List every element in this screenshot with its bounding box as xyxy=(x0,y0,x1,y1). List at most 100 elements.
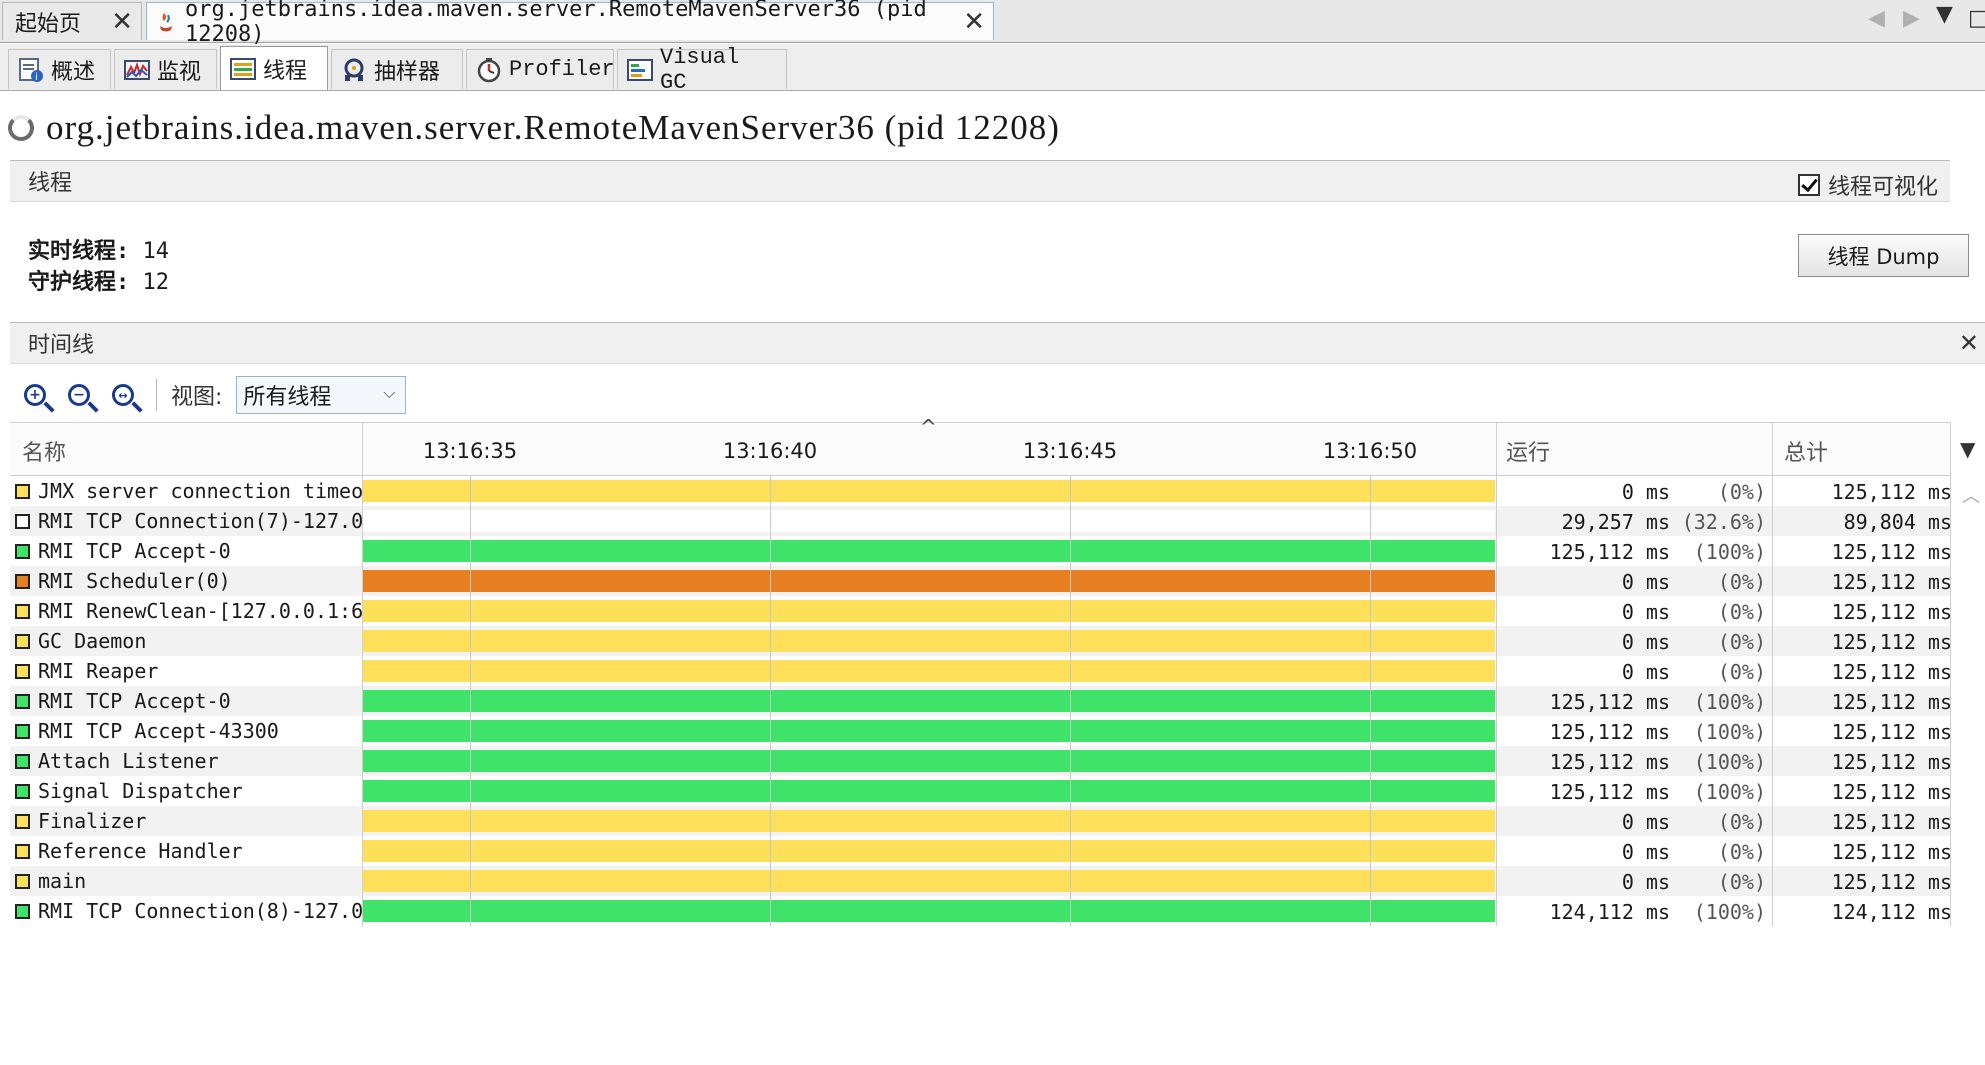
time-tick: 13:16:45 xyxy=(1022,439,1118,463)
thread-dump-button[interactable]: 线程 Dump xyxy=(1798,234,1969,277)
zoom-out-button[interactable]: − xyxy=(60,376,98,414)
total-time: 125,112 ms xyxy=(1831,570,1952,594)
thread-visualization-label: 线程可视化 xyxy=(1827,175,1938,200)
threads-section-title: 线程 xyxy=(28,171,73,196)
tab-profiler[interactable]: Profiler xyxy=(466,49,615,89)
daemon-threads-row: 守护线程: 12 xyxy=(28,267,169,298)
view-label: 视图: xyxy=(171,385,223,410)
table-row[interactable]: Attach Listener 125,112 ms (100%) 125,112 m… xyxy=(10,746,1952,776)
running-time: 125,112 ms xyxy=(1549,690,1670,714)
tab-monitor[interactable]: 监视 xyxy=(114,49,217,89)
table-row[interactable]: RMI TCP Connection(7)-127.0.0.1 29,257 ms… xyxy=(10,506,1952,536)
tab-sampler[interactable]: 抽样器 xyxy=(331,49,463,89)
running-percent: (0%) xyxy=(1717,570,1766,594)
running-percent: (0%) xyxy=(1717,480,1766,504)
running-percent: (0%) xyxy=(1717,660,1766,684)
thread-timeline-bar[interactable] xyxy=(362,600,1495,622)
maximize-icon[interactable]: □ xyxy=(1968,6,1985,31)
running-cell: 125,112 ms (100%) xyxy=(1500,690,1768,714)
thread-timeline-bar[interactable] xyxy=(362,480,1495,502)
table-row[interactable]: RMI Reaper 0 ms (0%) 125,112 ms xyxy=(10,656,1952,686)
thread-timeline-bar[interactable] xyxy=(362,630,1495,652)
zoom-in-button[interactable]: + xyxy=(16,376,54,414)
view-select[interactable]: 所有线程 ⌵ xyxy=(236,376,407,414)
timeline-section-title: 时间线 xyxy=(28,333,95,358)
table-row[interactable]: main 0 ms (0%) 125,112 ms xyxy=(10,866,1952,896)
thread-name-cell: RMI TCP Accept-0 xyxy=(15,689,367,713)
table-row[interactable]: Finalizer 0 ms (0%) 125,112 ms xyxy=(10,806,1952,836)
checkbox[interactable] xyxy=(1797,174,1820,196)
col-total-header[interactable]: 总计 xyxy=(1784,435,1828,467)
table-row[interactable]: RMI RenewClean-[127.0.0.1:62510] 0 ms (0%)… xyxy=(10,596,1952,626)
tab-threads[interactable]: 线程 xyxy=(220,46,328,90)
chevron-up-icon[interactable]: ^ xyxy=(920,415,937,439)
tab-start-page[interactable]: 起始页 ✕ xyxy=(2,2,142,40)
close-icon[interactable]: ✕ xyxy=(111,7,133,37)
running-cell: 125,112 ms (100%) xyxy=(1500,780,1768,804)
total-time: 125,112 ms xyxy=(1831,480,1952,504)
scroll-left-icon[interactable]: ◀ xyxy=(1868,6,1885,31)
column-menu-icon[interactable]: ▼ xyxy=(1960,437,1975,461)
thread-timeline-bar[interactable] xyxy=(362,690,1495,712)
view-select-value: 所有线程 xyxy=(243,385,332,410)
running-cell: 0 ms (0%) xyxy=(1500,840,1768,864)
thread-timeline-bar[interactable] xyxy=(362,840,1495,862)
table-row[interactable]: RMI TCP Accept-0 125,112 ms (100%) 125,112 … xyxy=(10,536,1952,566)
running-percent: (0%) xyxy=(1717,840,1766,864)
tab-monitor-label: 监视 xyxy=(157,60,202,86)
loading-spinner-icon xyxy=(8,115,34,141)
thread-timeline-bar[interactable] xyxy=(362,750,1495,772)
running-percent: (100%) xyxy=(1693,720,1766,744)
running-time: 0 ms xyxy=(1621,870,1670,894)
running-time: 124,112 ms xyxy=(1549,900,1670,924)
thread-name: Finalizer xyxy=(38,809,147,833)
tab-overview[interactable]: i 概述 xyxy=(8,49,111,89)
table-row[interactable]: Signal Dispatcher 125,112 ms (100%) 125,112… xyxy=(10,776,1952,806)
close-icon[interactable]: ✕ xyxy=(1959,329,1979,357)
thread-timeline-bar[interactable] xyxy=(362,810,1495,832)
thread-timeline-bar[interactable] xyxy=(362,870,1495,892)
page-title: org.jetbrains.idea.maven.server.RemoteMa… xyxy=(46,108,1060,147)
thread-timeline-bar[interactable] xyxy=(362,780,1495,802)
thread-timeline-bar[interactable] xyxy=(362,540,1495,562)
thread-visualization-toggle[interactable]: 线程可视化 xyxy=(1797,169,1938,201)
close-icon[interactable]: ✕ xyxy=(963,7,985,37)
table-row[interactable]: JMX server connection timeout 18 0 ms (0%)… xyxy=(10,476,1952,506)
table-row[interactable]: RMI TCP Connection(8)-127.0.0.1 124,112 m… xyxy=(10,896,1952,926)
thread-name: GC Daemon xyxy=(38,629,147,653)
table-row[interactable]: GC Daemon 0 ms (0%) 125,112 ms xyxy=(10,626,1952,656)
col-running-header[interactable]: 运行 xyxy=(1506,435,1550,467)
total-time: 124,112 ms xyxy=(1831,900,1952,924)
thread-state-icon xyxy=(15,813,30,829)
thread-timeline-bar[interactable] xyxy=(362,570,1495,592)
thread-timeline-bar[interactable] xyxy=(362,510,1495,532)
thread-state-icon xyxy=(15,633,30,649)
tab-visual-gc[interactable]: Visual GC xyxy=(617,45,787,95)
thread-name-cell: RMI Scheduler(0) xyxy=(15,569,367,593)
thread-timeline-bar[interactable] xyxy=(362,660,1495,682)
table-row[interactable]: Reference Handler 0 ms (0%) 125,112 ms xyxy=(10,836,1952,866)
chevron-down-icon[interactable]: ▼ xyxy=(1936,2,1953,27)
running-percent: (0%) xyxy=(1717,600,1766,624)
scroll-up-icon[interactable]: ︿ xyxy=(1962,482,1980,508)
scroll-right-icon[interactable]: ▶ xyxy=(1903,6,1920,31)
table-row[interactable]: RMI TCP Accept-0 125,112 ms (100%) 125,112 … xyxy=(10,686,1952,716)
table-row[interactable]: RMI TCP Accept-43300 125,112 ms (100%) 125,… xyxy=(10,716,1952,746)
thread-timeline-bar[interactable] xyxy=(362,900,1495,922)
running-percent: (100%) xyxy=(1693,690,1766,714)
zoom-fit-button[interactable]: ↔ xyxy=(104,376,142,414)
thread-state-icon xyxy=(15,723,30,739)
tab-threads-label: 线程 xyxy=(263,59,308,85)
monitor-icon xyxy=(123,57,151,83)
tab-remote-maven-server[interactable]: org.jetbrains.idea.maven.server.RemoteMa… xyxy=(146,0,994,47)
thread-name: Attach Listener xyxy=(38,749,219,773)
col-name-header[interactable]: 名称 xyxy=(22,435,66,467)
thread-name-cell: Signal Dispatcher xyxy=(15,779,367,803)
thread-name-cell: RMI TCP Connection(7)-127.0.0.1 xyxy=(15,509,367,533)
thread-state-icon xyxy=(15,513,30,529)
thread-timeline-bar[interactable] xyxy=(362,720,1495,742)
thread-name: Reference Handler xyxy=(38,839,243,863)
table-row[interactable]: RMI Scheduler(0) 0 ms (0%) 125,112 ms xyxy=(10,566,1952,596)
zoom-fit-icon: ↔ xyxy=(112,384,134,406)
thread-state-icon xyxy=(15,873,30,889)
